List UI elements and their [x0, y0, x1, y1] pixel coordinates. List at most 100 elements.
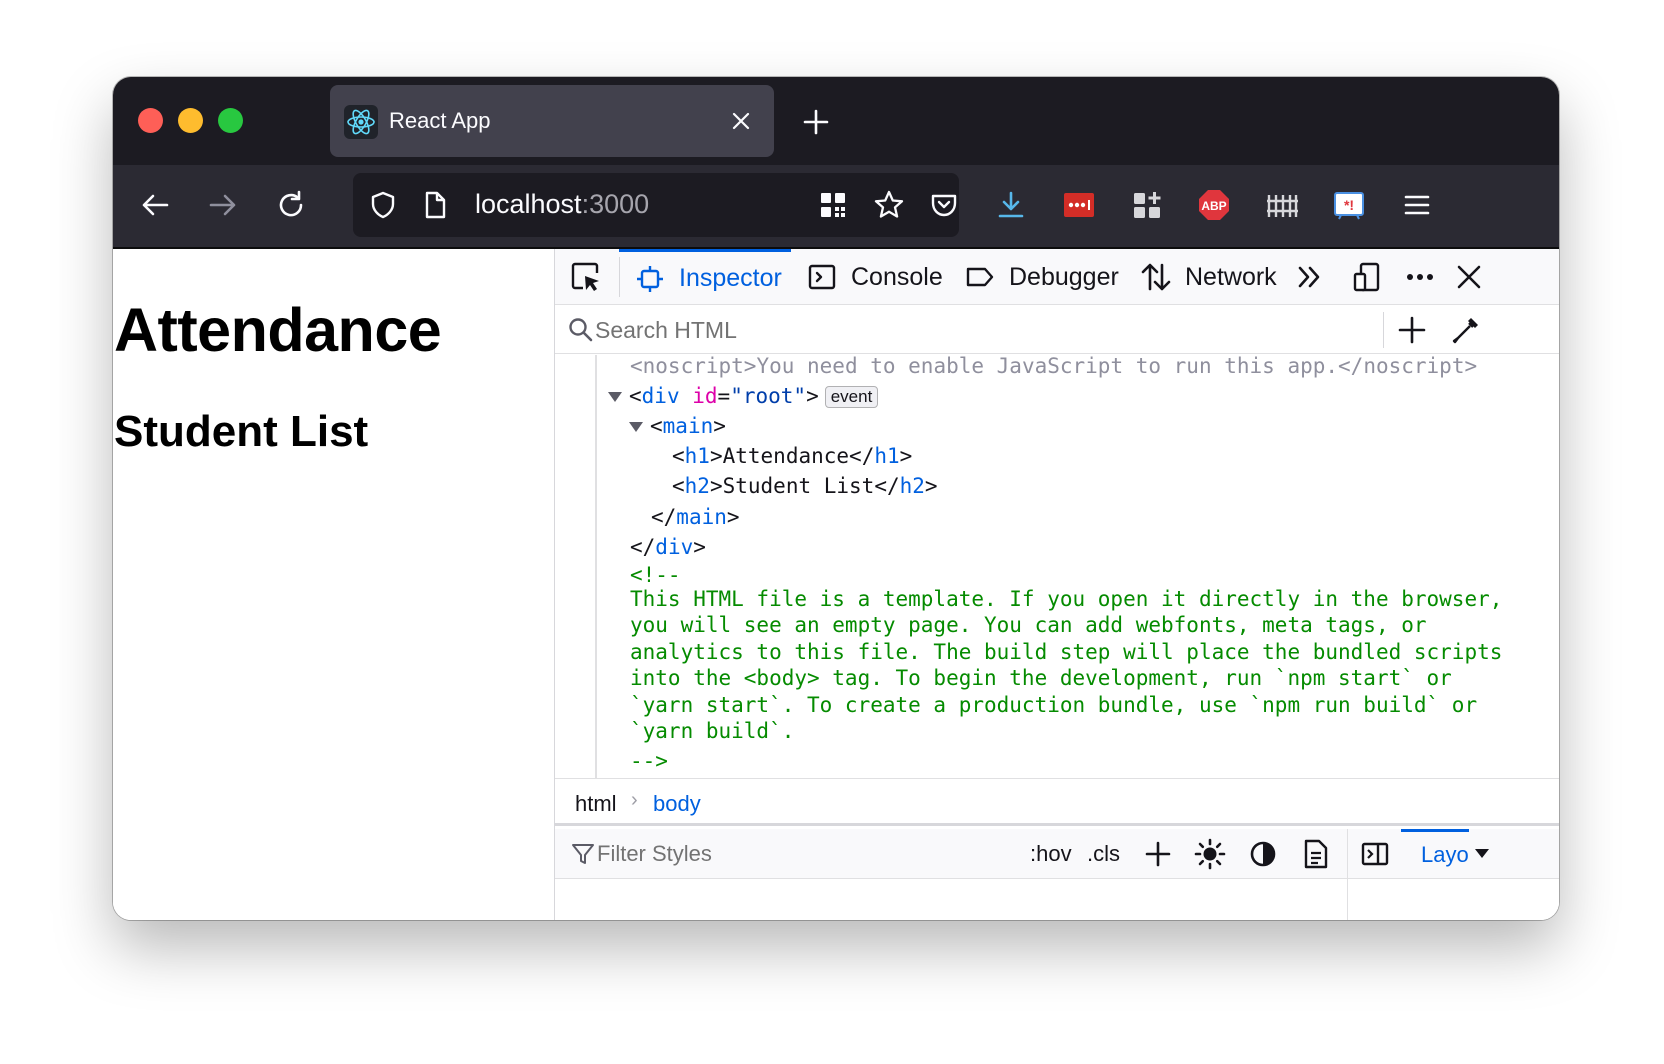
bookmark-star-icon[interactable]: [871, 187, 907, 223]
toggle-sidebar-icon[interactable]: [1358, 837, 1392, 871]
back-arrow-icon[interactable]: [135, 185, 175, 225]
debugger-icon: [963, 260, 997, 294]
breadcrumb: html › body: [555, 778, 1559, 826]
rules-toolbar: :hov .cls: [555, 829, 1559, 920]
devtools-tab-bar: Inspector Console Debugger Network: [555, 249, 1559, 305]
chevron-double-right-icon[interactable]: [1292, 260, 1326, 294]
network-icon: [1139, 260, 1173, 294]
close-devtools-icon[interactable]: [1452, 260, 1486, 294]
adblock-plus-icon[interactable]: ABP: [1194, 185, 1234, 225]
markup-line-noscript[interactable]: <noscript>You need to enable JavaScript …: [630, 355, 1477, 381]
light-mode-icon[interactable]: [1193, 837, 1227, 871]
comment-close[interactable]: -->: [630, 746, 668, 776]
close-icon[interactable]: [728, 108, 754, 134]
tab-strip: React App: [113, 77, 1559, 165]
chevron-right-icon: ›: [631, 789, 638, 811]
page-subheading-student-list: Student List: [114, 407, 369, 456]
qr-code-icon[interactable]: [815, 187, 851, 223]
markup-line-div-root[interactable]: <div id="root"> event: [608, 381, 879, 411]
div-tag-name: div: [641, 384, 680, 408]
content-area: Attendance Student List Inspector Consol…: [113, 247, 1559, 920]
devtools-panel: Inspector Console Debugger Network Searc…: [554, 249, 1559, 920]
breadcrumb-html[interactable]: html: [575, 791, 617, 817]
tab-console-label: Console: [851, 262, 943, 291]
url-host: localhost: [475, 189, 582, 219]
markup-indent-guide: [595, 355, 597, 778]
hover-state-toggle[interactable]: :hov: [1030, 841, 1072, 867]
tab-layout[interactable]: Layout: [1401, 829, 1469, 879]
search-icon: [567, 316, 595, 344]
search-html-bar: [555, 306, 1559, 354]
inspector-icon: [633, 262, 667, 296]
add-rule-icon[interactable]: [1141, 837, 1175, 871]
tab-reloader-extension-icon[interactable]: *!: [1329, 185, 1369, 225]
nav-toolbar: localhost:3000 ABP *!: [113, 165, 1559, 247]
new-tab-button[interactable]: [801, 107, 831, 137]
h2-tag-name: h2: [684, 474, 710, 498]
chevron-down-icon[interactable]: [1475, 849, 1489, 858]
search-divider: [1383, 312, 1384, 348]
h2-text: Student List: [722, 474, 875, 498]
browser-window: React App localhost:3000 ABP *! Attendan…: [113, 77, 1559, 920]
search-html-input[interactable]: [595, 314, 1375, 346]
forward-arrow-icon[interactable]: [203, 185, 243, 225]
page-heading-attendance: Attendance: [114, 296, 442, 364]
markup-view: <noscript>You need to enable JavaScript …: [555, 355, 1559, 778]
tab-react-app[interactable]: React App: [330, 85, 774, 157]
tab-debugger-label: Debugger: [1009, 262, 1119, 291]
tab-debugger[interactable]: Debugger: [963, 249, 1119, 305]
element-picker-icon[interactable]: [569, 260, 603, 294]
filter-styles-input[interactable]: [597, 839, 997, 869]
h1-text: Attendance: [722, 444, 850, 468]
event-badge[interactable]: event: [824, 386, 879, 408]
div-attr-value: "root": [730, 384, 807, 408]
fence-extension-icon[interactable]: [1262, 185, 1302, 225]
eyedropper-icon[interactable]: [1449, 313, 1483, 347]
window-close-button[interactable]: [138, 108, 163, 133]
h1-close-tag-name: h1: [874, 444, 900, 468]
noscript-close-tag: </noscript>: [1338, 355, 1478, 378]
svg-text:ABP: ABP: [1201, 199, 1226, 213]
lastpass-extension-icon[interactable]: [1059, 185, 1099, 225]
class-toggle[interactable]: .cls: [1087, 841, 1120, 867]
markup-line-h1[interactable]: <h1>Attendance</h1>: [672, 441, 912, 471]
tab-network[interactable]: Network: [1139, 249, 1277, 305]
responsive-design-icon[interactable]: [1350, 260, 1384, 294]
comment-text[interactable]: This HTML file is a template. If you ope…: [630, 586, 1510, 744]
main-tag-name: main: [662, 414, 714, 438]
expand-toggle-icon[interactable]: [629, 422, 643, 432]
markup-line-main-close[interactable]: </main>: [651, 502, 740, 532]
tab-console[interactable]: Console: [805, 249, 943, 305]
markup-line-h2[interactable]: <h2>Student List</h2>: [672, 471, 938, 501]
url-text[interactable]: localhost:3000: [475, 189, 649, 220]
extensions-grid-icon[interactable]: [1127, 185, 1167, 225]
url-port: :3000: [581, 189, 650, 219]
main-close-tag-name: main: [676, 505, 727, 529]
reload-icon[interactable]: [271, 185, 311, 225]
div-close-tag-name: div: [655, 535, 694, 559]
window-maximize-button[interactable]: [218, 108, 243, 133]
noscript-open-tag: <noscript>: [630, 355, 757, 378]
page-icon[interactable]: [417, 187, 453, 223]
markup-line-main[interactable]: <main>: [629, 411, 726, 441]
dark-mode-icon[interactable]: [1246, 837, 1280, 871]
more-options-icon[interactable]: [1403, 260, 1437, 294]
window-minimize-button[interactable]: [178, 108, 203, 133]
print-media-icon[interactable]: [1299, 837, 1333, 871]
download-icon[interactable]: [991, 185, 1031, 225]
rules-split-divider: [1347, 829, 1348, 920]
add-node-icon[interactable]: [1395, 313, 1429, 347]
svg-text:*!: *!: [1344, 197, 1354, 213]
tab-network-label: Network: [1185, 262, 1277, 291]
url-bar[interactable]: localhost:3000: [353, 173, 959, 237]
breadcrumb-body[interactable]: body: [653, 791, 701, 817]
expand-toggle-icon[interactable]: [608, 392, 622, 402]
noscript-text: You need to enable JavaScript to run thi…: [756, 355, 1339, 378]
shield-icon[interactable]: [365, 187, 401, 223]
h2-close-tag-name: h2: [899, 474, 925, 498]
markup-line-div-close[interactable]: </div>: [630, 532, 706, 562]
web-page: Attendance Student List: [113, 249, 553, 920]
pocket-icon[interactable]: [924, 185, 964, 225]
tab-inspector[interactable]: Inspector: [619, 249, 791, 305]
hamburger-menu-icon[interactable]: [1397, 185, 1437, 225]
